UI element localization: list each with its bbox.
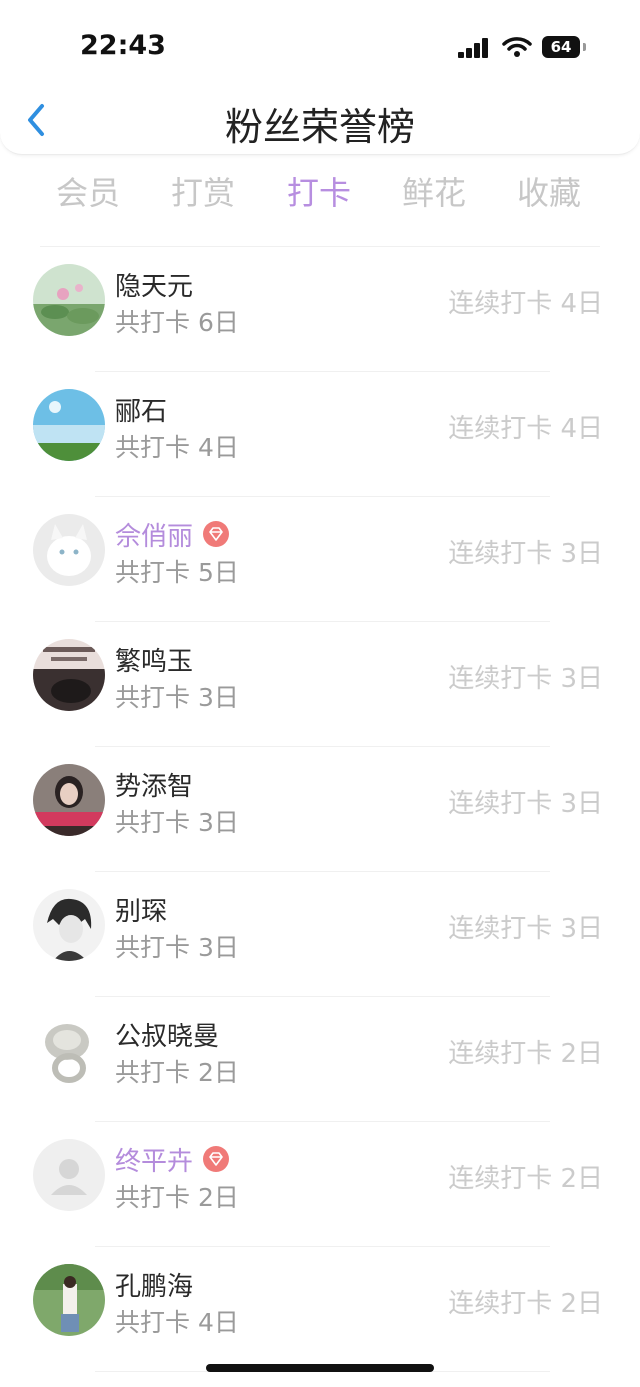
streak-checkin: 连续打卡 4日 bbox=[448, 414, 603, 444]
total-checkin: 共打卡 3日 bbox=[115, 808, 239, 837]
streak-checkin: 连续打卡 3日 bbox=[448, 789, 603, 819]
user-name: 繁鸣玉 bbox=[115, 646, 194, 677]
user-name: 终平卉 bbox=[115, 1146, 194, 1177]
text-avatar bbox=[33, 639, 105, 711]
streak-checkin: 连续打卡 3日 bbox=[448, 664, 603, 694]
user-name: 郦石 bbox=[115, 396, 168, 427]
name-line: 势添智 bbox=[115, 767, 194, 802]
battery-icon: 64 bbox=[542, 36, 580, 58]
list-item[interactable]: 佘俏丽 共打卡 5日 连续打卡 3日 bbox=[0, 497, 640, 622]
outdoor-avatar bbox=[33, 1264, 105, 1336]
total-checkin: 共打卡 2日 bbox=[115, 1183, 239, 1212]
name-line: 孔鹏海 bbox=[115, 1267, 194, 1302]
tab-member[interactable]: 会员 bbox=[56, 168, 120, 214]
total-checkin: 共打卡 3日 bbox=[115, 933, 239, 962]
list-item[interactable]: 公叔晓曼 共打卡 2日 连续打卡 2日 bbox=[0, 997, 640, 1122]
tab-flowers[interactable]: 鲜花 bbox=[402, 168, 466, 214]
streak-checkin: 连续打卡 4日 bbox=[448, 289, 603, 319]
vip-diamond-icon bbox=[203, 521, 230, 547]
sketch-avatar bbox=[33, 889, 105, 961]
default-avatar bbox=[33, 1139, 105, 1211]
vip-diamond-icon bbox=[203, 1146, 230, 1172]
name-line: 佘俏丽 bbox=[115, 517, 230, 552]
sky-avatar bbox=[33, 389, 105, 461]
list-item[interactable]: 繁鸣玉 共打卡 3日 连续打卡 3日 bbox=[0, 622, 640, 747]
page-title: 粉丝荣誉榜 bbox=[224, 105, 415, 149]
nav-header: 22:43 64 粉丝荣誉榜 bbox=[0, 0, 640, 155]
name-line: 终平卉 bbox=[115, 1142, 230, 1177]
list-item[interactable]: 郦石 共打卡 4日 连续打卡 4日 bbox=[0, 372, 640, 497]
wifi-icon bbox=[502, 37, 532, 57]
name-line: 郦石 bbox=[115, 392, 168, 427]
user-name: 孔鹏海 bbox=[115, 1271, 194, 1302]
tab-favorites[interactable]: 收藏 bbox=[517, 168, 581, 214]
cat-avatar bbox=[33, 514, 105, 586]
home-indicator bbox=[206, 1364, 434, 1372]
name-line: 别琛 bbox=[115, 892, 168, 927]
user-name: 佘俏丽 bbox=[115, 521, 194, 552]
tab-bar: 会员 打赏 打卡 鲜花 收藏 bbox=[0, 168, 640, 218]
battery-level: 64 bbox=[550, 38, 572, 56]
list-item[interactable]: 终平卉 共打卡 2日 连续打卡 2日 bbox=[0, 1122, 640, 1247]
total-checkin: 共打卡 2日 bbox=[115, 1058, 239, 1087]
streak-checkin: 连续打卡 2日 bbox=[448, 1039, 603, 1069]
status-time: 22:43 bbox=[80, 30, 166, 61]
battery-nub bbox=[583, 43, 586, 51]
cellular-signal-icon bbox=[458, 38, 490, 58]
streak-checkin: 连续打卡 3日 bbox=[448, 539, 603, 569]
total-checkin: 共打卡 5日 bbox=[115, 558, 239, 587]
total-checkin: 共打卡 4日 bbox=[115, 1308, 239, 1337]
list-item[interactable]: 隐天元 共打卡 6日 连续打卡 4日 bbox=[0, 247, 640, 372]
total-checkin: 共打卡 4日 bbox=[115, 433, 239, 462]
list-item[interactable]: 别琛 共打卡 3日 连续打卡 3日 bbox=[0, 872, 640, 997]
user-name: 势添智 bbox=[115, 771, 194, 802]
list-item[interactable]: 孔鹏海 共打卡 4日 连续打卡 2日 bbox=[0, 1247, 640, 1372]
streak-checkin: 连续打卡 2日 bbox=[448, 1289, 603, 1319]
ring-avatar bbox=[33, 1014, 105, 1086]
total-checkin: 共打卡 6日 bbox=[115, 308, 239, 337]
girl-avatar bbox=[33, 764, 105, 836]
tab-reward[interactable]: 打赏 bbox=[171, 168, 235, 214]
name-line: 公叔晓曼 bbox=[115, 1017, 220, 1052]
name-line: 隐天元 bbox=[115, 267, 194, 302]
user-name: 隐天元 bbox=[115, 271, 194, 302]
streak-checkin: 连续打卡 3日 bbox=[448, 914, 603, 944]
lotus-avatar bbox=[33, 264, 105, 336]
total-checkin: 共打卡 3日 bbox=[115, 683, 239, 712]
list-item[interactable]: 势添智 共打卡 3日 连续打卡 3日 bbox=[0, 747, 640, 872]
user-name: 别琛 bbox=[115, 896, 168, 927]
user-name: 公叔晓曼 bbox=[115, 1021, 220, 1052]
streak-checkin: 连续打卡 2日 bbox=[448, 1164, 603, 1194]
tab-checkin[interactable]: 打卡 bbox=[287, 168, 351, 214]
name-line: 繁鸣玉 bbox=[115, 642, 194, 677]
